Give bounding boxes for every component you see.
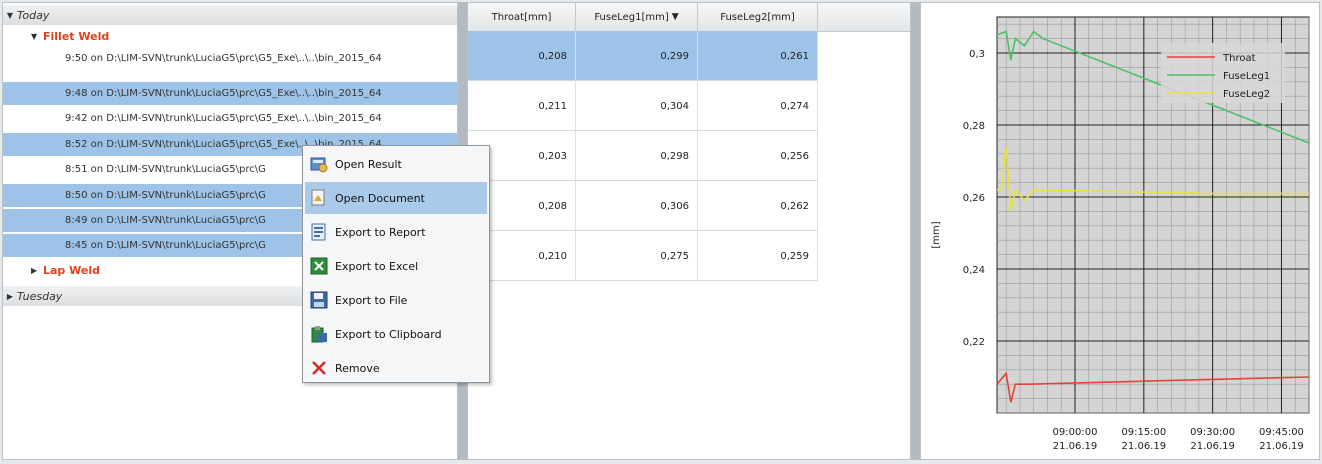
table-row[interactable]: 0,203 0,298 0,256 xyxy=(468,131,818,181)
results-grid[interactable]: Throat[mm] FuseLeg1[mm] ▼ FuseLeg2[mm] 0,… xyxy=(467,2,911,460)
y-tick-label: 0,26 xyxy=(963,193,985,204)
tree-subgroup-lap-weld[interactable]: ▶ Lap Weld xyxy=(31,261,100,279)
menu-item-label: Open Result xyxy=(335,157,402,171)
x-tick-label: 09:45:00 xyxy=(1259,427,1304,438)
result-row[interactable]: 9:42 on D:\LIM-SVN\trunk\LuciaG5\prc\G5_… xyxy=(3,107,457,130)
table-row[interactable]: 0,208 0,299 0,261 xyxy=(468,31,818,81)
x-tick-label: 09:30:00 xyxy=(1190,427,1235,438)
tree-group-today[interactable]: ▼ Today xyxy=(3,5,457,25)
result-row-label: 8:51 on D:\LIM-SVN\trunk\LuciaG5\prc\G xyxy=(65,164,266,175)
x-tick-label: 09:00:00 xyxy=(1053,427,1098,438)
context-menu[interactable]: Open Result Open Document Export to Repo… xyxy=(302,145,490,383)
result-row-label: 9:50 on D:\LIM-SVN\trunk\LuciaG5\prc\G5_… xyxy=(65,53,382,64)
clipboard-icon xyxy=(309,324,329,344)
cell-fuseleg2[interactable]: 0,261 xyxy=(698,31,818,81)
open-result-icon xyxy=(309,154,329,174)
legend-label: Throat xyxy=(1222,53,1256,64)
remove-icon xyxy=(309,358,329,378)
y-axis-label: [mm] xyxy=(931,221,942,248)
result-row-label: 9:42 on D:\LIM-SVN\trunk\LuciaG5\prc\G5_… xyxy=(65,113,382,124)
table-row[interactable]: 0,210 0,275 0,259 xyxy=(468,231,818,281)
x-tick-label: 21.06.19 xyxy=(1259,441,1304,452)
expanded-arrow-icon[interactable]: ▼ xyxy=(31,32,43,41)
splitter-right[interactable] xyxy=(911,2,920,460)
menu-item-label: Export to Clipboard xyxy=(335,327,442,341)
y-tick-label: 0,22 xyxy=(963,337,985,348)
column-header-label: FuseLeg1[mm] xyxy=(594,11,669,23)
menu-item-label: Export to Excel xyxy=(335,259,419,273)
collapsed-arrow-icon[interactable]: ▶ xyxy=(31,266,43,275)
excel-icon xyxy=(309,256,329,276)
tree-subgroup-label: Fillet Weld xyxy=(43,29,110,43)
result-row[interactable]: 9:50 on D:\LIM-SVN\trunk\LuciaG5\prc\G5_… xyxy=(3,47,457,70)
x-tick-label: 21.06.19 xyxy=(1190,441,1235,452)
legend-label: FuseLeg1 xyxy=(1223,71,1270,82)
menu-item-export-report[interactable]: Export to Report xyxy=(305,216,487,248)
report-icon xyxy=(309,222,329,242)
cell-fuseleg1[interactable]: 0,298 xyxy=(576,131,698,181)
cell-fuseleg2[interactable]: 0,256 xyxy=(698,131,818,181)
result-row-label: 9:48 on D:\LIM-SVN\trunk\LuciaG5\prc\G5_… xyxy=(65,88,382,99)
menu-item-open-result[interactable]: Open Result xyxy=(305,148,487,180)
cell-throat[interactable]: 0,208 xyxy=(468,31,576,81)
cell-fuseleg2[interactable]: 0,274 xyxy=(698,81,818,131)
menu-item-label: Remove xyxy=(335,361,380,375)
cell-fuseleg1[interactable]: 0,299 xyxy=(576,31,698,81)
result-row-label: 8:50 on D:\LIM-SVN\trunk\LuciaG5\prc\G xyxy=(65,190,266,201)
table-row[interactable]: 0,211 0,304 0,274 xyxy=(468,81,818,131)
legend-label: FuseLeg2 xyxy=(1223,89,1270,100)
cell-fuseleg1[interactable]: 0,275 xyxy=(576,231,698,281)
chart-panel: 0,22 0,24 0,26 0,28 0,3 09:00:00 21.06.19 09:1… xyxy=(920,2,1320,460)
chart-legend: Throat FuseLeg1 FuseLeg2 xyxy=(1161,43,1285,103)
menu-item-open-document[interactable]: Open Document xyxy=(305,182,487,214)
y-tick-label: 0,28 xyxy=(963,121,985,132)
menu-item-label: Export to Report xyxy=(335,225,426,239)
y-tick-labels: 0,22 0,24 0,26 0,28 0,3 xyxy=(963,49,985,348)
column-header-label: Throat[mm] xyxy=(491,11,552,23)
cell-fuseleg2[interactable]: 0,262 xyxy=(698,181,818,231)
x-tick-labels: 09:00:00 21.06.19 09:15:00 21.06.19 09:30:00… xyxy=(1053,427,1304,452)
column-header-label: FuseLeg2[mm] xyxy=(720,11,795,23)
result-row-label: 8:49 on D:\LIM-SVN\trunk\LuciaG5\prc\G xyxy=(65,215,266,226)
collapsed-arrow-icon[interactable]: ▶ xyxy=(3,292,17,301)
sort-descending-icon[interactable]: ▼ xyxy=(672,12,679,22)
line-chart[interactable]: 0,22 0,24 0,26 0,28 0,3 09:00:00 21.06.19 09:1… xyxy=(921,3,1319,459)
tree-group-label: Today xyxy=(17,8,50,22)
expanded-arrow-icon[interactable]: ▼ xyxy=(3,11,17,20)
result-row-label: 8:45 on D:\LIM-SVN\trunk\LuciaG5\prc\G xyxy=(65,240,266,251)
y-tick-label: 0,3 xyxy=(969,49,985,60)
table-row[interactable]: 0,208 0,306 0,262 xyxy=(468,181,818,231)
x-tick-label: 21.06.19 xyxy=(1122,441,1167,452)
grid-header: Throat[mm] FuseLeg1[mm] ▼ FuseLeg2[mm] xyxy=(468,3,910,32)
menu-item-label: Open Document xyxy=(335,191,425,205)
y-tick-label: 0,24 xyxy=(963,265,985,276)
tree-subgroup-label: Lap Weld xyxy=(43,263,100,277)
menu-item-label: Export to File xyxy=(335,293,408,307)
tree-group-label: Tuesday xyxy=(17,289,63,303)
menu-item-export-file[interactable]: Export to File xyxy=(305,284,487,316)
cell-fuseleg2[interactable]: 0,259 xyxy=(698,231,818,281)
x-tick-label: 21.06.19 xyxy=(1053,441,1098,452)
menu-item-remove[interactable]: Remove xyxy=(305,352,487,384)
cell-throat[interactable]: 0,211 xyxy=(468,81,576,131)
tree-subgroup-fillet-weld[interactable]: ▼ Fillet Weld xyxy=(31,27,109,45)
column-header-fuseleg1[interactable]: FuseLeg1[mm] ▼ xyxy=(576,3,698,31)
menu-item-export-excel[interactable]: Export to Excel xyxy=(305,250,487,282)
result-row[interactable]: 9:48 on D:\LIM-SVN\trunk\LuciaG5\prc\G5_… xyxy=(3,82,457,105)
cell-fuseleg1[interactable]: 0,306 xyxy=(576,181,698,231)
save-file-icon xyxy=(309,290,329,310)
x-tick-label: 09:15:00 xyxy=(1121,427,1166,438)
column-header-fuseleg2[interactable]: FuseLeg2[mm] xyxy=(698,3,818,31)
column-header-throat[interactable]: Throat[mm] xyxy=(468,3,576,31)
open-document-icon xyxy=(309,188,329,208)
cell-fuseleg1[interactable]: 0,304 xyxy=(576,81,698,131)
menu-item-export-clipboard[interactable]: Export to Clipboard xyxy=(305,318,487,350)
